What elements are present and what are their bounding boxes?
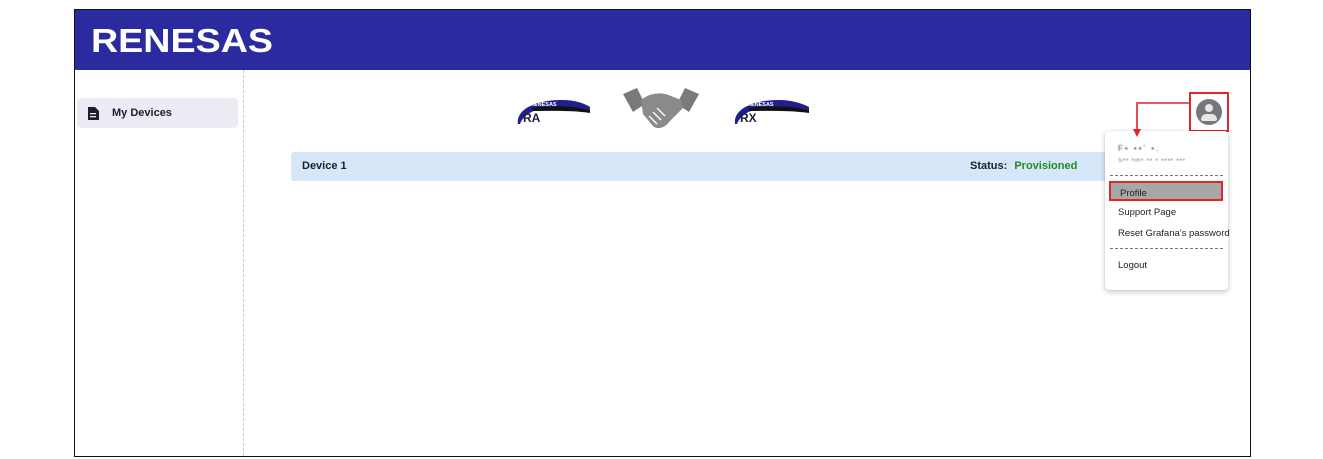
sidebar-item-my-devices[interactable]: My Devices (77, 98, 238, 128)
device-status: Status: Provisioned (970, 160, 1077, 172)
menu-item-reset-grafana-password[interactable]: Reset Grafana's password (1118, 228, 1230, 239)
renesas-rx-badge: RENESAS RX (734, 100, 809, 125)
brand-text: RENESAS (91, 22, 273, 59)
menu-item-support-page[interactable]: Support Page (1118, 207, 1176, 218)
device-row[interactable]: Device 1 Status: Provisioned (291, 152, 1129, 181)
renesas-ra-badge: RENESAS RA (517, 100, 590, 125)
user-name: F• ••' •. (1118, 144, 1161, 153)
document-icon (88, 106, 99, 120)
device-name: Device 1 (302, 160, 347, 172)
rx-badge-brand: RENESAS (747, 102, 774, 108)
menu-divider (1110, 175, 1223, 176)
status-value: Provisioned (1014, 160, 1078, 172)
avatar-body (1201, 114, 1217, 121)
account-dropdown-menu: F• ••' •. S•• •m• •• • •••• ••• Profile … (1105, 131, 1230, 290)
avatar-head (1205, 104, 1213, 112)
top-header: RENESAS (75, 10, 1250, 70)
ra-badge-brand: RENESAS (530, 102, 557, 108)
menu-item-logout[interactable]: Logout (1118, 260, 1147, 271)
rx-badge-text: RX (740, 111, 757, 125)
user-email: S•• •m• •• • •••• ••• (1118, 158, 1186, 164)
avatar-button[interactable] (1189, 92, 1229, 132)
renesas-logo[interactable]: RENESAS (87, 19, 277, 61)
main-content: RENESAS RA RENESAS RX Device 1 Status: P… (244, 70, 1250, 456)
status-label: Status: (970, 160, 1008, 172)
user-avatar-icon (1196, 99, 1222, 125)
handshake-icon (623, 88, 699, 129)
sidebar: My Devices (75, 70, 244, 456)
ra-badge-text: RA (523, 111, 541, 125)
menu-item-profile[interactable]: Profile (1109, 181, 1223, 201)
sidebar-item-label: My Devices (112, 107, 172, 119)
app-window: RENESAS My Devices RENESAS RA RENESAS RX… (74, 9, 1251, 457)
menu-divider (1110, 248, 1223, 249)
